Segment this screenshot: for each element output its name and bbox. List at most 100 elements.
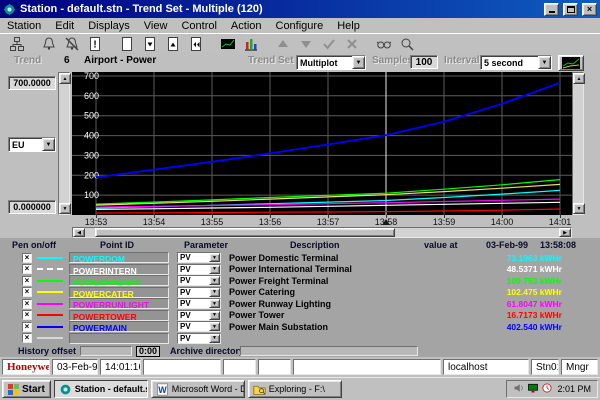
pen-checkbox[interactable]: ×	[22, 287, 32, 297]
parameter-select[interactable]: PV▼	[177, 275, 221, 286]
start-button[interactable]: Start	[2, 380, 51, 398]
parameter-select[interactable]: PV▼	[177, 298, 221, 309]
alarm-bell-icon	[41, 36, 57, 52]
associated-display-button[interactable]	[5, 34, 28, 53]
point-id-field[interactable]: POWERFREIGHT	[69, 275, 169, 286]
scroll-left-icon[interactable]: ◀	[73, 228, 85, 237]
chevron-down-icon[interactable]: ▼	[42, 138, 55, 151]
point-id-field[interactable]: POWERDOM	[69, 252, 169, 263]
svg-text:100: 100	[84, 190, 99, 200]
svg-text:400: 400	[84, 131, 99, 141]
scroll-down-icon[interactable]: ▼	[573, 203, 585, 214]
chevron-down-icon[interactable]: ▼	[209, 299, 220, 308]
point-id-field[interactable]: POWERTOWER	[69, 310, 169, 321]
raise-button[interactable]	[271, 34, 294, 53]
point-id-field[interactable]: POWERINTERN	[69, 264, 169, 275]
menu-item-edit[interactable]: Edit	[48, 20, 81, 32]
unit-select[interactable]: EU ▼	[8, 137, 56, 152]
parameter-select[interactable]: PV▼	[177, 321, 221, 332]
close-button[interactable]: ×	[582, 3, 597, 16]
chevron-down-icon[interactable]: ▼	[209, 253, 220, 262]
display-icon[interactable]	[527, 382, 539, 396]
trend-plot[interactable]: 700600500400300200100	[72, 72, 572, 215]
archive-directory-field[interactable]	[240, 346, 418, 356]
page-up-button[interactable]	[161, 34, 184, 53]
point-id-field[interactable]: POWERCATER	[69, 287, 169, 298]
lower-button[interactable]	[294, 34, 317, 53]
taskbar-task-button[interactable]: Station - default.stn -...	[54, 380, 148, 398]
pen-checkbox[interactable]: ×	[22, 322, 32, 332]
menu-item-station[interactable]: Station	[0, 20, 48, 32]
page-down-button[interactable]	[138, 34, 161, 53]
parameter-select[interactable]: PV▼	[177, 252, 221, 263]
parameter-select[interactable]: PV▼	[177, 310, 221, 321]
time-tick-label: 13:54	[134, 217, 174, 227]
alarm-summary-button[interactable]	[37, 34, 60, 53]
history-offset-field[interactable]	[80, 346, 132, 356]
samples-field[interactable]: 100	[410, 55, 438, 69]
svg-text:!: !	[93, 39, 96, 50]
menu-item-action[interactable]: Action	[224, 20, 269, 32]
plot-vertical-scrollbar[interactable]: ▲ ▼	[572, 72, 584, 215]
range-scrollbar[interactable]: ▲ ▼	[58, 72, 70, 215]
scroll-up-icon[interactable]: ▲	[59, 73, 71, 84]
pen-sample-icon	[37, 303, 63, 305]
parameter-select[interactable]: PV▼	[177, 287, 221, 298]
parameter-select[interactable]: PV▼	[177, 264, 221, 275]
point-id-field[interactable]: POWERMAIN	[69, 321, 169, 332]
point-id-field[interactable]	[69, 333, 169, 344]
scroll-right-icon[interactable]: ▶	[559, 228, 571, 237]
menu-item-displays[interactable]: Displays	[81, 20, 137, 32]
scheduler-icon[interactable]	[541, 382, 553, 396]
zoom-button[interactable]	[395, 34, 418, 53]
range-min-field[interactable]: 0.000000	[8, 200, 56, 214]
taskbar-task-button[interactable]: WMicrosoft Word - Document1	[151, 380, 245, 398]
alarm-silence-button[interactable]	[60, 34, 83, 53]
chevron-down-icon[interactable]: ▼	[209, 265, 220, 274]
taskbar-clock: 2:01 PM	[557, 384, 591, 394]
plot-horizontal-scrollbar[interactable]: ◀ ▶	[72, 227, 572, 238]
message-summary-button[interactable]: !	[83, 34, 106, 53]
chevron-down-icon[interactable]: ▼	[209, 322, 220, 331]
scrollbar-thumb[interactable]	[95, 228, 395, 237]
pen-checkbox[interactable]: ×	[22, 333, 32, 343]
pen-checkbox[interactable]: ×	[22, 310, 32, 320]
find-button[interactable]	[372, 34, 395, 53]
minimize-button[interactable]	[544, 3, 559, 16]
pen-checkbox[interactable]: ×	[22, 299, 32, 309]
menu-item-configure[interactable]: Configure	[269, 20, 331, 32]
trend-set-select[interactable]: Multiplot ▼	[296, 55, 366, 70]
maximize-button[interactable]	[563, 3, 578, 16]
trend-header: Trend 6 Airport - Power Trend Set Multip…	[0, 52, 600, 72]
trend-popup-button[interactable]	[558, 55, 584, 71]
chevron-down-icon[interactable]: ▼	[209, 288, 220, 297]
pen-checkbox[interactable]: ×	[22, 264, 32, 274]
taskbar-task-button[interactable]: Exploring - F:\	[248, 380, 342, 398]
point-value: 16.7173 kWHr	[431, 310, 600, 320]
pen-checkbox[interactable]: ×	[22, 276, 32, 286]
chevron-down-icon[interactable]: ▼	[538, 56, 551, 69]
menu-item-help[interactable]: Help	[330, 20, 367, 32]
chevron-down-icon[interactable]: ▼	[352, 56, 365, 69]
cancel-button[interactable]	[340, 34, 363, 53]
scroll-up-icon[interactable]: ▲	[573, 73, 585, 84]
range-max-field[interactable]: 700.0000	[8, 76, 56, 90]
page-button[interactable]	[115, 34, 138, 53]
group-display-button[interactable]	[239, 34, 262, 53]
page-back-button[interactable]	[184, 34, 207, 53]
chevron-down-icon[interactable]: ▼	[209, 276, 220, 285]
menu-item-view[interactable]: View	[137, 20, 175, 32]
interval-select[interactable]: 5 second ▼	[480, 55, 552, 70]
chevron-down-icon[interactable]: ▼	[209, 311, 220, 320]
accept-button[interactable]	[317, 34, 340, 53]
point-id-field[interactable]: POWERRUNLIGHT	[69, 298, 169, 309]
menu-item-control[interactable]: Control	[174, 20, 223, 32]
trend-display-button[interactable]	[216, 34, 239, 53]
status-host: localhost	[443, 359, 529, 375]
parameter-select[interactable]: PV▼	[177, 333, 221, 344]
scroll-down-icon[interactable]: ▼	[59, 203, 71, 214]
pen-checkbox[interactable]: ×	[22, 253, 32, 263]
cursor-position-marker[interactable]	[382, 219, 390, 225]
volume-icon[interactable]	[513, 382, 525, 396]
chevron-down-icon[interactable]: ▼	[209, 334, 220, 343]
